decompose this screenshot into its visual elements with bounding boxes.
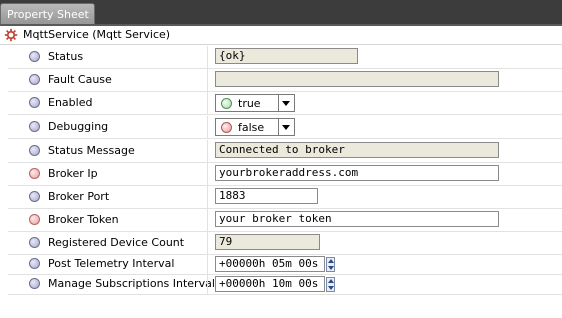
property-slot-icon — [29, 191, 40, 202]
property-slot-icon — [29, 97, 40, 108]
column-divider — [207, 140, 208, 162]
column-divider — [207, 92, 208, 114]
chevron-down-icon — [282, 125, 290, 130]
property-row-broker-ip: Broker Ip yourbrokeraddress.com — [8, 163, 562, 186]
debugging-dropdown-button[interactable] — [278, 119, 294, 135]
chevron-down-icon — [282, 101, 290, 106]
column-divider — [207, 274, 208, 294]
manage-subscriptions-interval-input[interactable]: +00000h 10m 00s — [215, 276, 325, 292]
component-title: MqttService (Mqtt Service) — [23, 28, 171, 41]
broker-port-input[interactable]: 1883 — [215, 188, 318, 204]
status-message-field: Connected to broker — [215, 142, 499, 158]
property-slot-icon — [29, 51, 40, 62]
property-row-registered-device-count: Registered Device Count 79 — [8, 232, 562, 255]
broker-token-input[interactable]: your broker token — [215, 211, 499, 227]
property-label: Registered Device Count — [48, 236, 185, 249]
column-divider — [207, 69, 208, 91]
column-divider — [207, 46, 208, 68]
property-row-status: Status {ok} — [8, 46, 562, 69]
column-divider — [207, 116, 208, 138]
property-row-status-message: Status Message Connected to broker — [8, 140, 562, 163]
property-row-broker-port: Broker Port 1883 — [8, 186, 562, 209]
column-divider — [207, 186, 208, 208]
manage-subscriptions-interval-spinner[interactable] — [326, 277, 335, 292]
property-label: Status — [48, 50, 84, 63]
broker-ip-input[interactable]: yourbrokeraddress.com — [215, 165, 499, 181]
column-divider — [207, 163, 208, 185]
property-label: Manage Subscriptions Interval — [48, 277, 215, 290]
property-row-fault-cause: Fault Cause — [8, 69, 562, 92]
spinner-down-icon[interactable] — [328, 286, 334, 290]
property-label: Broker Token — [48, 213, 119, 226]
property-slot-icon — [29, 121, 40, 132]
property-label: Broker Ip — [48, 167, 98, 180]
spinner-up-icon[interactable] — [328, 259, 334, 263]
property-slot-icon — [29, 278, 40, 289]
tab-property-sheet[interactable]: Property Sheet — [0, 3, 95, 24]
property-row-manage-subscriptions-interval: Manage Subscriptions Interval +00000h 10… — [8, 274, 562, 295]
enabled-dropdown-button[interactable] — [278, 95, 294, 111]
true-status-icon — [221, 98, 232, 109]
tab-bar: Property Sheet — [0, 0, 562, 26]
post-telemetry-interval-spinner[interactable] — [326, 257, 335, 272]
property-slot-icon — [29, 145, 40, 156]
property-label: Status Message — [48, 144, 135, 157]
service-gear-icon — [4, 28, 18, 42]
property-slot-icon — [29, 214, 40, 225]
component-header: MqttService (Mqtt Service) — [0, 26, 562, 45]
false-status-icon — [221, 122, 232, 133]
property-row-post-telemetry-interval: Post Telemetry Interval +00000h 05m 00s — [8, 254, 562, 275]
column-divider — [207, 254, 208, 274]
post-telemetry-interval-input[interactable]: +00000h 05m 00s — [215, 256, 325, 272]
property-slot-icon — [29, 237, 40, 248]
enabled-select[interactable]: true — [215, 94, 295, 112]
fault-cause-field — [215, 71, 499, 87]
status-field: {ok} — [215, 48, 358, 64]
property-row-debugging: Debugging false — [8, 116, 562, 139]
property-label: Broker Port — [48, 190, 110, 203]
enabled-select-value: true — [238, 97, 261, 110]
spinner-up-icon[interactable] — [328, 279, 334, 283]
property-label: Debugging — [48, 120, 109, 133]
property-slot-icon — [29, 168, 40, 179]
registered-device-count-field: 79 — [215, 234, 320, 250]
property-label: Post Telemetry Interval — [48, 257, 175, 270]
spinner-down-icon[interactable] — [328, 266, 334, 270]
column-divider — [207, 209, 208, 231]
property-slot-icon — [29, 258, 40, 269]
property-row-broker-token: Broker Token your broker token — [8, 209, 562, 232]
column-divider — [207, 232, 208, 254]
property-label: Fault Cause — [48, 73, 112, 86]
debugging-select[interactable]: false — [215, 118, 295, 136]
property-label: Enabled — [48, 96, 93, 109]
debugging-select-value: false — [238, 121, 265, 134]
property-row-enabled: Enabled true — [8, 92, 562, 115]
property-slot-icon — [29, 74, 40, 85]
